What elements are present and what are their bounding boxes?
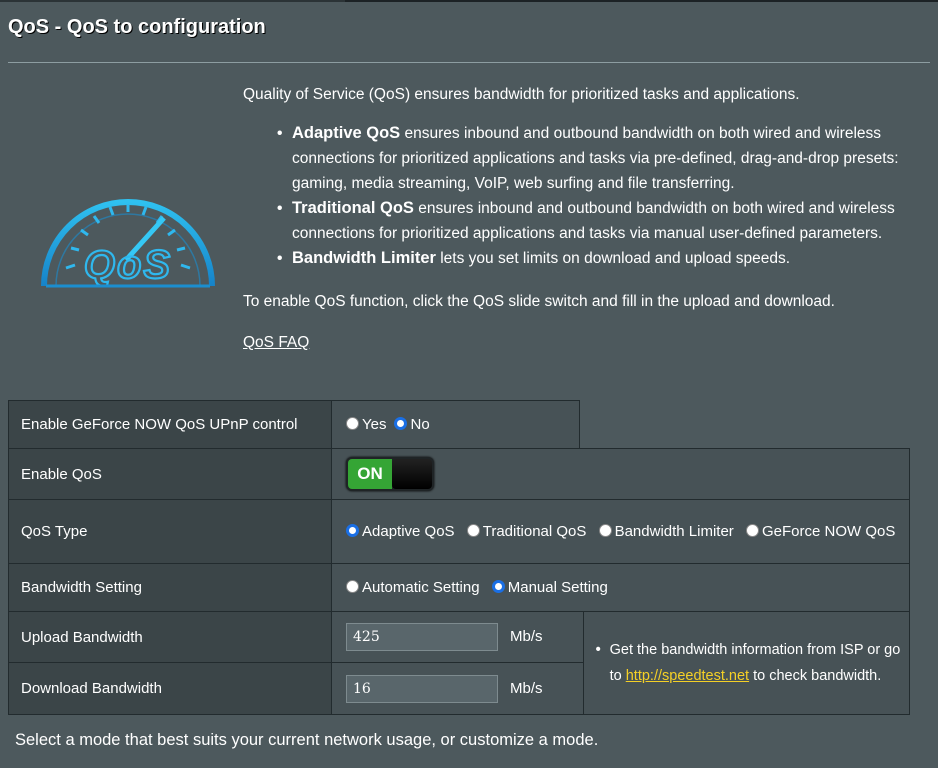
bandwidth-manual-radio[interactable]: Manual Setting	[491, 579, 608, 596]
radio-unchecked-icon	[745, 523, 759, 537]
qos-type-traditional-radio[interactable]: Traditional QoS	[466, 522, 587, 540]
download-bandwidth-input[interactable]	[346, 674, 498, 703]
qos-description: Quality of Service (QoS) ensures bandwid…	[243, 82, 923, 355]
radio-label: Automatic Setting	[362, 579, 480, 596]
qos-type-adaptive-radio[interactable]: Adaptive QoS	[346, 523, 455, 540]
page-title: QoS - QoS to configuration	[8, 16, 266, 38]
top-border-segment	[345, 0, 938, 2]
feature-adaptive-qos: Adaptive QoS ensures inbound and outboun…	[277, 121, 923, 196]
qos-speedometer-logo-icon: QoS	[41, 199, 215, 288]
qos-settings-table: Enable QoS ON QoS Type Adaptive QoS Trad…	[8, 448, 911, 715]
download-unit: Mb/s	[510, 679, 543, 697]
radio-checked-icon	[346, 523, 359, 537]
bandwidth-info-note: Get the bandwidth information from ISP o…	[592, 637, 909, 689]
radio-unchecked-icon	[466, 523, 480, 537]
geforce-upnp-options: Yes No	[331, 400, 580, 449]
feature-title: Adaptive QoS	[292, 124, 401, 142]
radio-unchecked-icon	[598, 523, 612, 537]
geforce-upnp-yes-radio[interactable]: Yes	[346, 416, 386, 433]
download-bandwidth-cell: Mb/s	[331, 662, 584, 715]
radio-checked-icon	[394, 417, 408, 430]
feature-text: lets you set limits on download and uplo…	[435, 250, 791, 267]
feature-list: Adaptive QoS ensures inbound and outboun…	[243, 121, 923, 271]
enable-qos-toggle[interactable]: ON	[346, 457, 434, 491]
toggle-knob	[392, 459, 432, 489]
qos-type-label: QoS Type	[8, 499, 332, 564]
toggle-on-label: ON	[348, 459, 392, 489]
enable-qos-cell: ON	[331, 448, 910, 500]
radio-label: Bandwidth Limiter	[614, 522, 734, 540]
radio-unchecked-icon	[346, 417, 359, 430]
radio-label: Yes	[362, 416, 387, 433]
feature-traditional-qos: Traditional QoS ensures inbound and outb…	[277, 196, 923, 246]
bandwidth-setting-options: Automatic Setting Manual Setting	[331, 563, 910, 612]
radio-unchecked-icon	[346, 580, 359, 593]
note-suffix: to check bandwidth.	[749, 668, 882, 684]
radio-label: GeForce NOW QoS	[761, 522, 896, 540]
title-divider	[8, 62, 930, 63]
qos-type-options: Adaptive QoS Traditional QoS Bandwidth L…	[331, 499, 910, 564]
radio-label: Manual Setting	[507, 579, 608, 596]
bandwidth-info-cell: Get the bandwidth information from ISP o…	[582, 611, 911, 715]
download-bandwidth-label: Download Bandwidth	[8, 662, 332, 715]
qos-type-geforce-radio[interactable]: GeForce NOW QoS	[745, 522, 896, 540]
geforce-upnp-table: Enable GeForce NOW QoS UPnP control Yes N…	[8, 400, 580, 449]
feature-title: Traditional QoS	[292, 199, 414, 217]
upload-bandwidth-input[interactable]	[346, 623, 498, 651]
mode-hint-text: Select a mode that best suits your curre…	[15, 731, 599, 749]
bandwidth-automatic-radio[interactable]: Automatic Setting	[346, 579, 480, 596]
feature-bandwidth-limiter: Bandwidth Limiter lets you set limits on…	[277, 246, 923, 271]
geforce-upnp-no-radio[interactable]: No	[394, 416, 430, 433]
speedtest-link[interactable]: http://speedtest.net	[626, 668, 749, 684]
qos-faq-link[interactable]: QoS FAQ	[243, 330, 309, 355]
bandwidth-setting-label: Bandwidth Setting	[8, 563, 332, 612]
geforce-upnp-label: Enable GeForce NOW QoS UPnP control	[8, 400, 332, 449]
upload-bandwidth-cell: Mb/s	[331, 611, 584, 663]
radio-label: Adaptive QoS	[362, 522, 455, 540]
upload-unit: Mb/s	[510, 628, 543, 645]
enable-qos-label: Enable QoS	[8, 448, 332, 500]
intro-text: Quality of Service (QoS) ensures bandwid…	[243, 86, 800, 103]
svg-text:QoS: QoS	[84, 243, 172, 287]
radio-label: No	[410, 416, 430, 433]
radio-checked-icon	[491, 580, 505, 593]
radio-label: Traditional QoS	[482, 522, 587, 540]
enable-instructions: To enable QoS function, click the QoS sl…	[243, 293, 835, 310]
upload-bandwidth-label: Upload Bandwidth	[8, 611, 332, 663]
qos-type-limiter-radio[interactable]: Bandwidth Limiter	[598, 522, 734, 540]
feature-title: Bandwidth Limiter	[292, 249, 436, 267]
top-border	[0, 0, 938, 2]
